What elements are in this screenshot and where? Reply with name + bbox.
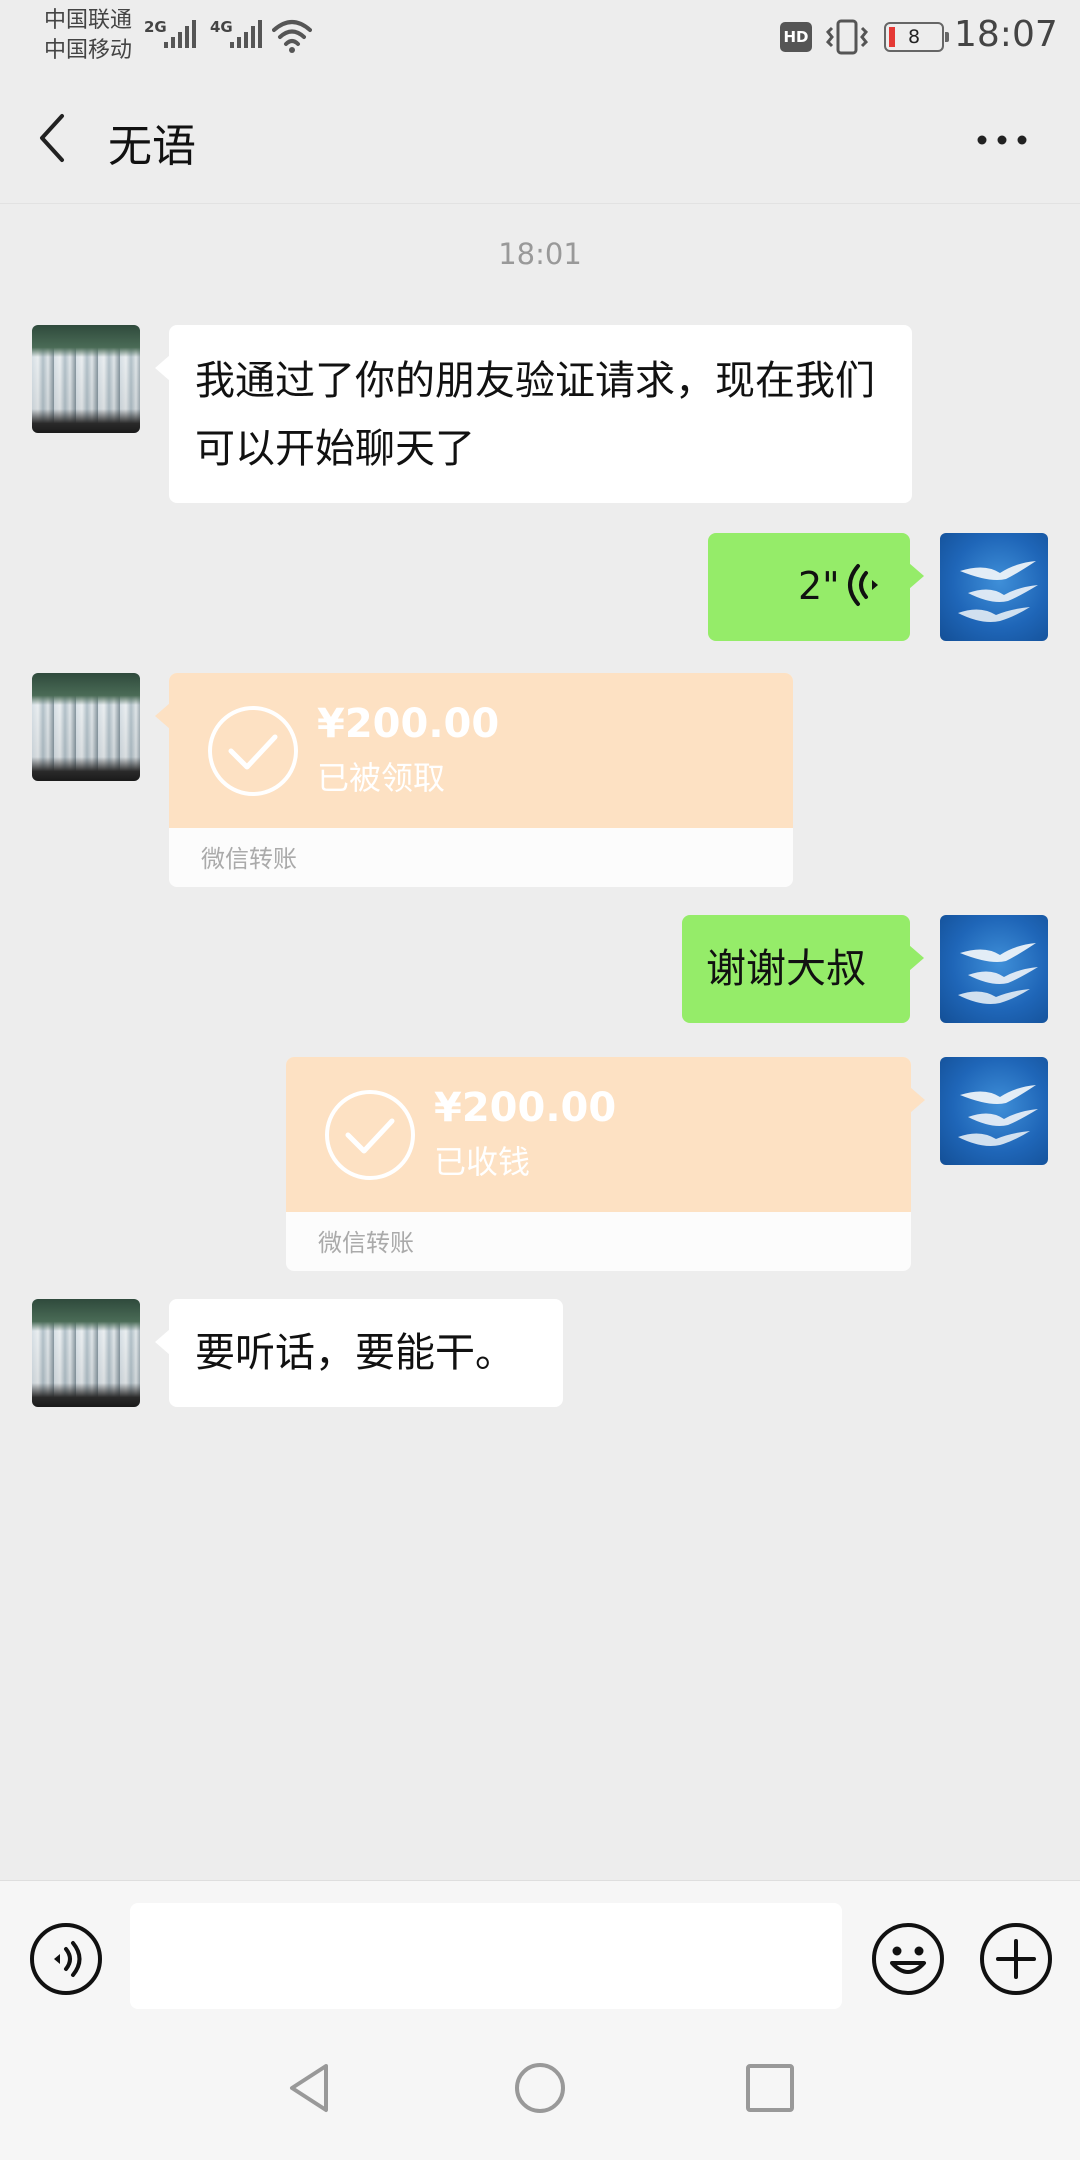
voice-duration: 2": [798, 564, 840, 608]
carrier-2: 中国移动: [44, 38, 133, 63]
message-text: 谢谢大叔: [706, 946, 866, 992]
voice-message-bubble[interactable]: 2": [708, 533, 924, 641]
more-button[interactable]: [970, 122, 1034, 158]
bird-image: [958, 561, 1038, 622]
bird-image: [958, 1085, 1038, 1146]
vibrate-icon: [825, 19, 869, 55]
status-bar: 中国联通 中国移动 2G 4G HD 8 18:07: [0, 0, 1080, 72]
plus-icon[interactable]: [978, 1921, 1054, 1997]
emoji-icon[interactable]: [870, 1921, 946, 1997]
avatar-self[interactable]: [940, 533, 1048, 641]
message-bubble[interactable]: 谢谢大叔: [682, 915, 924, 1023]
carrier-names: 中国联通 中国移动: [44, 6, 132, 66]
voice-input-icon[interactable]: [28, 1921, 104, 1997]
transfer-status: 已收钱: [434, 1143, 531, 1181]
nav-back-icon[interactable]: [282, 2060, 338, 2116]
battery-icon: 8: [884, 22, 949, 52]
message-bubble[interactable]: 我通过了你的朋友验证请求，现在我们可以开始聊天了: [155, 325, 912, 503]
transfer-card[interactable]: ¥200.00 已被领取 微信转账: [155, 673, 793, 887]
transfer-amount: ¥200.00: [434, 1085, 617, 1131]
avatar-contact[interactable]: [32, 325, 140, 433]
message-text: 要听话，要能干。: [195, 1330, 515, 1376]
time-divider: 18:01: [498, 237, 582, 271]
voice-wave-icon: [848, 564, 878, 606]
message-text: 我通过了你的朋友验证请求，现在我们可以开始聊天了: [195, 358, 875, 472]
transfer-source: 微信转账: [318, 1229, 414, 1257]
message-input[interactable]: [130, 1903, 842, 2009]
transfer-source: 微信转账: [201, 845, 297, 873]
chat-title: 无语: [108, 121, 196, 172]
check-circle-icon: [208, 706, 298, 796]
message-bubble[interactable]: 要听话，要能干。: [155, 1299, 563, 1407]
transfer-amount: ¥200.00: [317, 701, 500, 747]
status-time: 18:07: [954, 14, 1058, 55]
back-button[interactable]: [30, 110, 76, 166]
transfer-card[interactable]: ¥200.00 已收钱 微信转账: [286, 1057, 925, 1271]
avatar-contact[interactable]: [32, 1299, 140, 1407]
signal-icon: 4G: [210, 18, 266, 54]
carrier-1: 中国联通: [44, 8, 133, 33]
system-nav-bar: [0, 2016, 1080, 2160]
input-bar: [0, 1880, 1080, 2016]
nav-home-icon[interactable]: [512, 2060, 568, 2116]
avatar-contact[interactable]: [32, 673, 140, 781]
chat-header: 无语: [0, 72, 1080, 204]
hd-badge: HD: [780, 22, 812, 52]
more-dots-icon: [977, 135, 1027, 145]
wifi-icon: [272, 20, 312, 53]
message-list[interactable]: 18:01 我通过了你的朋友验证请求，现在我们可以开始聊天了 2" ¥200.0…: [0, 205, 1080, 1880]
battery-level: 8: [907, 26, 921, 48]
check-circle-icon: [325, 1090, 415, 1180]
avatar-self[interactable]: [940, 915, 1048, 1023]
avatar-self[interactable]: [940, 1057, 1048, 1165]
chevron-left-icon: [40, 114, 64, 162]
bird-image: [958, 943, 1038, 1004]
signal-icon: 2G: [144, 18, 200, 54]
nav-recent-icon[interactable]: [742, 2060, 798, 2116]
transfer-status: 已被领取: [317, 759, 446, 797]
